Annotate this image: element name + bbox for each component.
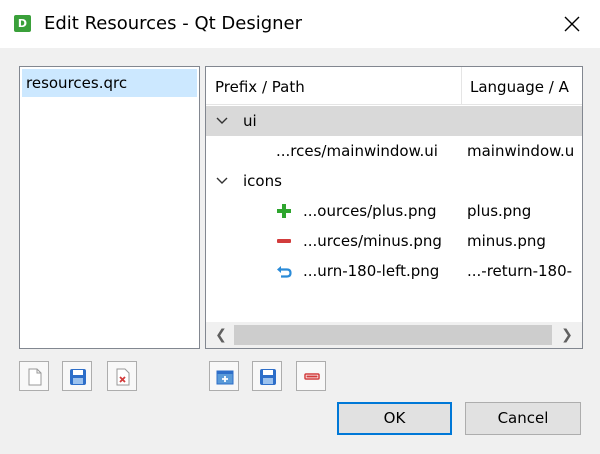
tree-row-prefix-ui[interactable]: ui	[206, 106, 582, 136]
tree-row-path: ...rces/mainwindow.ui	[276, 142, 438, 160]
tree-row-label: icons	[243, 172, 282, 190]
tree-row-file[interactable]: ...ources/plus.png plus.png	[206, 196, 582, 226]
tree-row-path: ...ources/plus.png	[303, 202, 437, 220]
arrow-return-left-icon	[277, 266, 292, 278]
resource-file-list[interactable]: resources.qrc	[19, 66, 200, 349]
remove-resource-file-button[interactable]	[107, 361, 137, 391]
new-resource-file-button[interactable]	[19, 361, 49, 391]
tree-row-alias: ...-return-180-	[467, 262, 573, 280]
tree-row-alias: plus.png	[467, 202, 532, 220]
resource-tree[interactable]: Prefix / Path Language / A ui ...rces/ma…	[205, 66, 583, 349]
scrollbar-thumb[interactable]	[234, 325, 552, 345]
tree-row-file[interactable]: ...urces/minus.png minus.png	[206, 226, 582, 256]
plus-icon	[277, 204, 291, 218]
chevron-down-icon[interactable]	[216, 175, 228, 187]
add-files-button[interactable]	[252, 361, 282, 391]
remove-button[interactable]	[296, 361, 326, 391]
tree-row-file[interactable]: ...rces/mainwindow.ui mainwindow.u	[206, 136, 582, 166]
minus-icon	[277, 239, 291, 243]
chevron-down-icon[interactable]	[216, 115, 228, 127]
file-list-item[interactable]: resources.qrc	[22, 69, 197, 97]
add-prefix-icon	[216, 370, 234, 385]
save-icon	[70, 369, 86, 385]
tree-row-prefix-icons[interactable]: icons	[206, 166, 582, 196]
column-header-language-alias[interactable]: Language / A	[462, 67, 582, 105]
cancel-button[interactable]: Cancel	[465, 402, 581, 435]
save-resource-file-button[interactable]	[62, 361, 92, 391]
remove-icon	[304, 373, 320, 380]
close-button[interactable]	[554, 8, 590, 40]
qt-designer-app-icon: D	[14, 15, 31, 32]
column-header-prefix-path[interactable]: Prefix / Path	[206, 67, 462, 105]
scroll-right-icon[interactable]: ❯	[554, 322, 580, 348]
title-bar: D Edit Resources - Qt Designer	[0, 0, 600, 48]
new-file-icon	[28, 368, 42, 386]
window-title: Edit Resources - Qt Designer	[44, 13, 303, 34]
scroll-left-icon[interactable]: ❮	[208, 322, 234, 348]
tree-row-path: ...urces/minus.png	[303, 232, 442, 250]
ok-button[interactable]: OK	[337, 402, 452, 435]
tree-row-file[interactable]: ...urn-180-left.png ...-return-180-	[206, 256, 582, 286]
save-icon	[260, 369, 276, 385]
remove-file-icon	[116, 368, 130, 386]
tree-header: Prefix / Path Language / A	[206, 67, 582, 105]
tree-row-alias: mainwindow.u	[467, 142, 575, 160]
tree-row-alias: minus.png	[467, 232, 546, 250]
tree-row-label: ui	[243, 112, 257, 130]
add-prefix-button[interactable]	[209, 361, 239, 391]
tree-row-path: ...urn-180-left.png	[303, 262, 440, 280]
horizontal-scrollbar[interactable]: ❮ ❯	[206, 322, 582, 348]
close-icon	[564, 16, 580, 32]
